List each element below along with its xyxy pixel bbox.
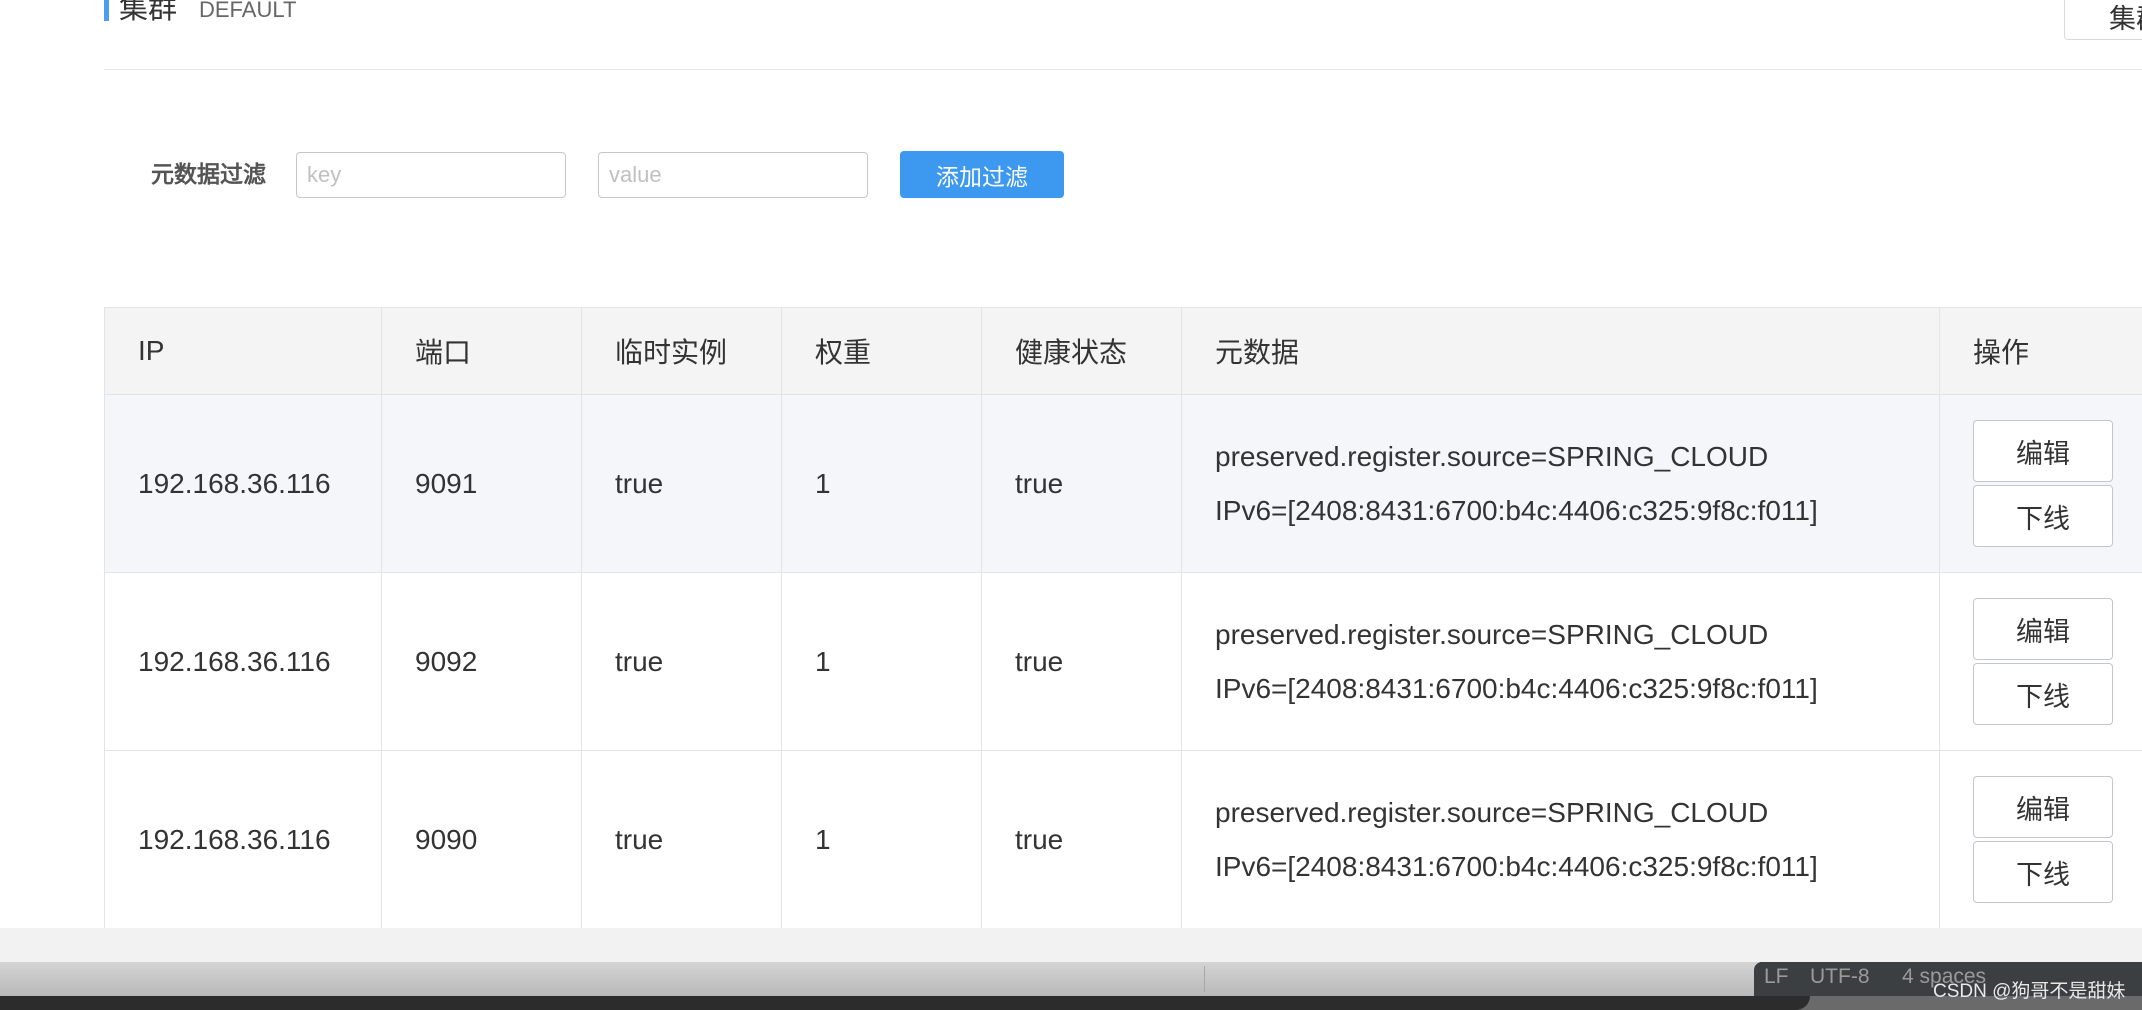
metadata-entry: preserved.register.source=SPRING_CLOUD — [1215, 440, 1769, 472]
metadata-entry: preserved.register.source=SPRING_CLOUD — [1215, 796, 1769, 828]
offline-button[interactable]: 下线 — [1973, 485, 2113, 547]
cell-metadata: preserved.register.source=SPRING_CLOUD I… — [1181, 750, 1940, 929]
filter-key-input[interactable] — [296, 152, 566, 198]
cell-ip: 192.168.36.116 — [104, 572, 382, 751]
cell-actions: 编辑 下线 — [1939, 394, 2142, 573]
table-row: 192.168.36.116 9090 true 1 true preserve… — [104, 750, 2142, 929]
metadata-filter-label: 元数据过滤 — [151, 161, 266, 187]
column-header-ephemeral: 临时实例 — [581, 307, 782, 395]
add-filter-button[interactable]: 添加过滤 — [900, 151, 1064, 198]
cell-port: 9092 — [381, 572, 582, 751]
metadata-entry: IPv6=[2408:8431:6700:b4c:4406:c325:9f8c:… — [1215, 672, 1818, 704]
column-header-port: 端口 — [381, 307, 582, 395]
cell-health: true — [981, 394, 1182, 573]
line-ending-indicator[interactable]: LF — [1764, 965, 1789, 989]
metadata-entry: IPv6=[2408:8431:6700:b4c:4406:c325:9f8c:… — [1215, 494, 1818, 526]
metadata-entry: preserved.register.source=SPRING_CLOUD — [1215, 618, 1769, 650]
cluster-name: DEFAULT — [199, 0, 297, 22]
header-divider — [104, 69, 2142, 70]
cell-actions: 编辑 下线 — [1939, 750, 2142, 929]
table-row: 192.168.36.116 9092 true 1 true preserve… — [104, 572, 2142, 751]
cell-ephemeral: true — [581, 572, 782, 751]
table-header-row: IP 端口 临时实例 权重 健康状态 元数据 操作 — [104, 307, 2142, 395]
cell-ip: 192.168.36.116 — [104, 394, 382, 573]
edit-button[interactable]: 编辑 — [1973, 598, 2113, 660]
cluster-config-button-label: 集群 — [2109, 4, 2142, 34]
instance-table: IP 端口 临时实例 权重 健康状态 元数据 操作 192.168.36.116… — [104, 307, 2142, 929]
watermark: CSDN @狗哥不是甜妹 — [1933, 981, 2126, 1002]
cell-metadata: preserved.register.source=SPRING_CLOUD I… — [1181, 572, 1940, 751]
cell-weight: 1 — [781, 572, 982, 751]
page-bottom-area — [0, 928, 2142, 962]
cell-weight: 1 — [781, 394, 982, 573]
column-header-actions: 操作 — [1939, 307, 2142, 395]
cell-actions: 编辑 下线 — [1939, 572, 2142, 751]
title-accent-bar — [104, 0, 109, 21]
cell-metadata: preserved.register.source=SPRING_CLOUD I… — [1181, 394, 1940, 573]
cell-port: 9090 — [381, 750, 582, 929]
window-shadow — [0, 996, 1810, 1010]
filter-value-input[interactable] — [598, 152, 868, 198]
cell-port: 9091 — [381, 394, 582, 573]
cell-ephemeral: true — [581, 394, 782, 573]
edit-button[interactable]: 编辑 — [1973, 776, 2113, 838]
table-row: 192.168.36.116 9091 true 1 true preserve… — [104, 394, 2142, 573]
cell-ephemeral: true — [581, 750, 782, 929]
offline-button[interactable]: 下线 — [1973, 841, 2113, 903]
column-header-metadata: 元数据 — [1181, 307, 1940, 395]
cell-weight: 1 — [781, 750, 982, 929]
column-header-health: 健康状态 — [981, 307, 1182, 395]
scrollbar-divider — [1204, 966, 1205, 992]
column-header-ip: IP — [104, 307, 382, 395]
cluster-config-button[interactable]: 集群 — [2064, 0, 2142, 40]
cell-ip: 192.168.36.116 — [104, 750, 382, 929]
offline-button[interactable]: 下线 — [1973, 663, 2113, 725]
encoding-indicator[interactable]: UTF-8 — [1810, 965, 1870, 989]
horizontal-scrollbar[interactable] — [0, 962, 1760, 998]
cell-health: true — [981, 572, 1182, 751]
page-title: 集群 — [119, 0, 178, 25]
metadata-entry: IPv6=[2408:8431:6700:b4c:4406:c325:9f8c:… — [1215, 850, 1818, 882]
cell-health: true — [981, 750, 1182, 929]
column-header-weight: 权重 — [781, 307, 982, 395]
edit-button[interactable]: 编辑 — [1973, 420, 2113, 482]
